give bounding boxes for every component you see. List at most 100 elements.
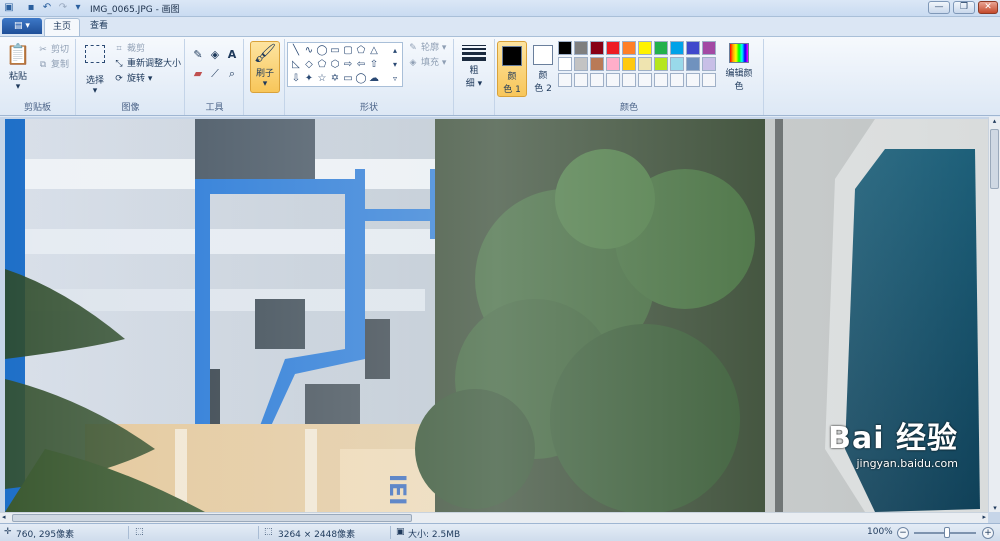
palette-color-swatch[interactable] (702, 57, 716, 71)
down-arrow-shape-icon[interactable]: ⇩ (290, 73, 302, 85)
palette-color-swatch[interactable] (702, 41, 716, 55)
palette-color-swatch[interactable] (686, 73, 700, 87)
palette-color-swatch[interactable] (670, 57, 684, 71)
diamond-shape-icon[interactable]: ◇ (303, 59, 315, 71)
fill-button[interactable]: ◈ 填充 ▾ (407, 57, 447, 70)
palette-color-swatch[interactable] (622, 73, 636, 87)
palette-color-swatch[interactable] (590, 41, 604, 55)
palette-color-swatch[interactable] (574, 57, 588, 71)
palette-color-swatch[interactable] (622, 57, 636, 71)
palette-color-swatch[interactable] (670, 41, 684, 55)
right-triangle-shape-icon[interactable]: ◺ (290, 59, 302, 71)
tab-home[interactable]: 主页 (44, 18, 80, 36)
save-icon[interactable]: ▪ (25, 2, 37, 14)
scroll-left-icon[interactable]: ◂ (2, 513, 6, 521)
palette-color-swatch[interactable] (590, 73, 604, 87)
palette-color-swatch[interactable] (638, 73, 652, 87)
palette-color-swatch[interactable] (574, 73, 588, 87)
vertical-scrollbar[interactable]: ▴ ▾ (988, 117, 1000, 512)
palette-color-swatch[interactable] (654, 57, 668, 71)
four-point-star-shape-icon[interactable]: ✦ (303, 73, 315, 85)
resize-button[interactable]: ⤡ 重新调整大小 (113, 58, 181, 71)
shapes-expand-icon[interactable]: ▿ (389, 73, 401, 85)
paste-button[interactable]: 📋 粘贴 ▾ (4, 41, 32, 92)
palette-color-swatch[interactable] (670, 73, 684, 87)
maximize-button[interactable]: ❐ (953, 1, 975, 14)
shapes-gallery: ╲ ∿ ◯ ▭ ▢ ⬠ △ ◺ ◇ ⬠ ⬡ ⇨ ⇦ ⇧ ⇩ ✦ ☆ ✡ ▭ ◯ … (287, 42, 403, 87)
palette-color-swatch[interactable] (686, 41, 700, 55)
line-shape-icon[interactable]: ╲ (290, 45, 302, 57)
palette-color-swatch[interactable] (590, 57, 604, 71)
cloud-callout-shape-icon[interactable]: ☁ (368, 73, 380, 85)
triangle-shape-icon[interactable]: △ (368, 45, 380, 57)
palette-color-swatch[interactable] (558, 57, 572, 71)
edit-colors-button[interactable]: 编辑颜色 (722, 41, 756, 93)
magnifier-icon[interactable]: ⌕ (224, 66, 240, 82)
scroll-up-icon[interactable]: ▴ (989, 117, 1000, 125)
eraser-icon[interactable]: ▰ (190, 66, 206, 82)
zoom-in-button[interactable]: + (982, 527, 994, 539)
rounded-callout-shape-icon[interactable]: ▭ (342, 73, 354, 85)
left-arrow-shape-icon[interactable]: ⇦ (355, 59, 367, 71)
polygon-shape-icon[interactable]: ⬠ (355, 45, 367, 57)
scroll-down-icon[interactable]: ▾ (989, 504, 1000, 512)
color1-button[interactable]: 颜 色 1 (497, 41, 527, 97)
palette-color-swatch[interactable] (606, 73, 620, 87)
pencil-icon[interactable]: ✎ (190, 47, 206, 63)
zoom-slider-thumb[interactable] (944, 527, 950, 538)
vertical-scroll-thumb[interactable] (990, 129, 999, 189)
six-point-star-shape-icon[interactable]: ✡ (329, 73, 341, 85)
paint-menu-button[interactable]: ▤ ▾ (2, 18, 42, 34)
curve-shape-icon[interactable]: ∿ (303, 45, 315, 57)
undo-icon[interactable]: ↶ (41, 2, 53, 14)
brushes-button[interactable]: 🖌 刷子 ▾ (250, 41, 280, 93)
color2-button[interactable]: 颜 色 2 (528, 41, 558, 97)
palette-color-swatch[interactable] (606, 57, 620, 71)
palette-color-swatch[interactable] (638, 57, 652, 71)
customize-toolbar-icon[interactable]: ▾ (72, 2, 84, 14)
five-point-star-shape-icon[interactable]: ☆ (316, 73, 328, 85)
chevron-down-icon: ▾ (15, 82, 21, 92)
palette-color-swatch[interactable] (574, 41, 588, 55)
zoom-out-button[interactable]: − (897, 527, 909, 539)
copy-button[interactable]: ⧉ 复制 (37, 59, 69, 72)
up-arrow-shape-icon[interactable]: ⇧ (368, 59, 380, 71)
horizontal-scrollbar[interactable]: ◂ ▸ (0, 512, 988, 523)
rectangle-shape-icon[interactable]: ▭ (329, 45, 341, 57)
palette-color-swatch[interactable] (606, 41, 620, 55)
oval-callout-shape-icon[interactable]: ◯ (355, 73, 367, 85)
minimize-button[interactable]: — (928, 1, 950, 14)
fill-bucket-icon[interactable]: ◈ (207, 47, 223, 63)
select-label: 选择 (85, 76, 104, 86)
right-arrow-shape-icon[interactable]: ⇨ (342, 59, 354, 71)
pentagon-shape-icon[interactable]: ⬠ (316, 59, 328, 71)
rotate-button[interactable]: ⟳ 旋转 ▾ (113, 73, 152, 86)
palette-color-swatch[interactable] (702, 73, 716, 87)
oval-shape-icon[interactable]: ◯ (316, 45, 328, 57)
outline-button[interactable]: ✎ 轮廓 ▾ (407, 42, 446, 55)
shapes-scroll-up-icon[interactable]: ▴ (389, 45, 401, 57)
horizontal-scroll-thumb[interactable] (12, 514, 412, 522)
palette-color-swatch[interactable] (622, 41, 636, 55)
palette-color-swatch[interactable] (654, 41, 668, 55)
select-button[interactable]: 选择 ▾ (81, 41, 109, 96)
crop-button[interactable]: ⌗ 裁剪 (113, 43, 145, 56)
palette-color-swatch[interactable] (654, 73, 668, 87)
paint-app-icon[interactable]: ▣ (3, 2, 15, 14)
size-button[interactable]: 粗 细 ▾ (459, 41, 489, 97)
photo-canvas[interactable]: IEI Bai 经验 jingyan.baidu.com (5, 119, 988, 512)
palette-color-swatch[interactable] (686, 57, 700, 71)
close-button[interactable]: ✕ (978, 1, 998, 14)
palette-color-swatch[interactable] (558, 73, 572, 87)
tab-view[interactable]: 查看 (81, 18, 117, 36)
shapes-scroll-down-icon[interactable]: ▾ (389, 59, 401, 71)
hexagon-shape-icon[interactable]: ⬡ (329, 59, 341, 71)
redo-icon[interactable]: ↷ (57, 2, 69, 14)
scroll-right-icon[interactable]: ▸ (982, 513, 986, 521)
color-picker-icon[interactable]: ⟋ (207, 66, 223, 82)
rounded-rectangle-shape-icon[interactable]: ▢ (342, 45, 354, 57)
text-icon[interactable]: A (224, 47, 240, 63)
palette-color-swatch[interactable] (558, 41, 572, 55)
cut-button[interactable]: ✂ 剪切 (37, 44, 69, 57)
palette-color-swatch[interactable] (638, 41, 652, 55)
